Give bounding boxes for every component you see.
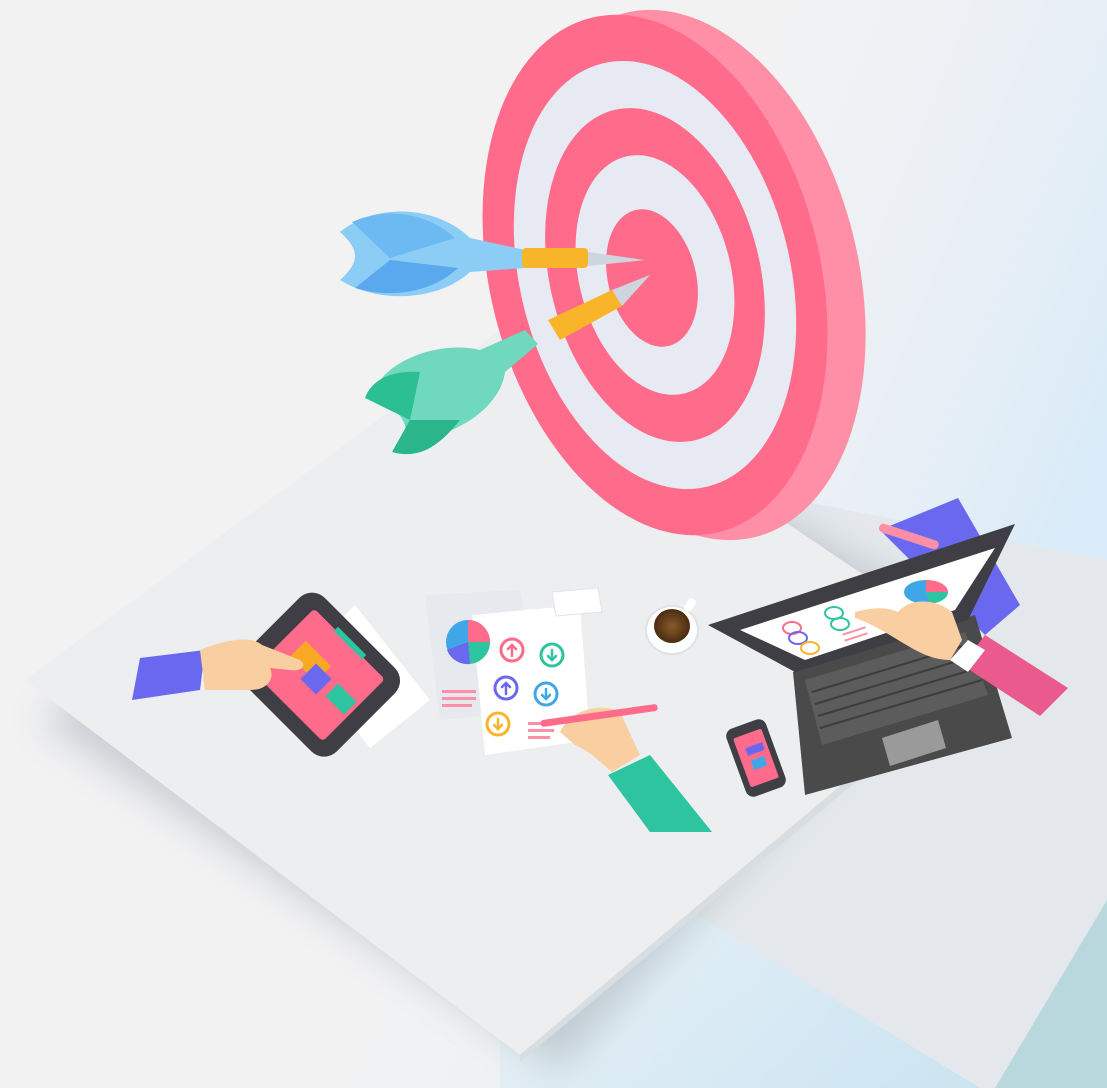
coffee-liquid [654, 609, 690, 643]
illustration-svg [0, 0, 1107, 1088]
illustration-scene [0, 0, 1107, 1088]
business-card [551, 587, 603, 617]
report-pie-chart [446, 620, 491, 665]
blue-dart-shaft [522, 248, 588, 268]
laptop-screen-pie [904, 580, 949, 604]
